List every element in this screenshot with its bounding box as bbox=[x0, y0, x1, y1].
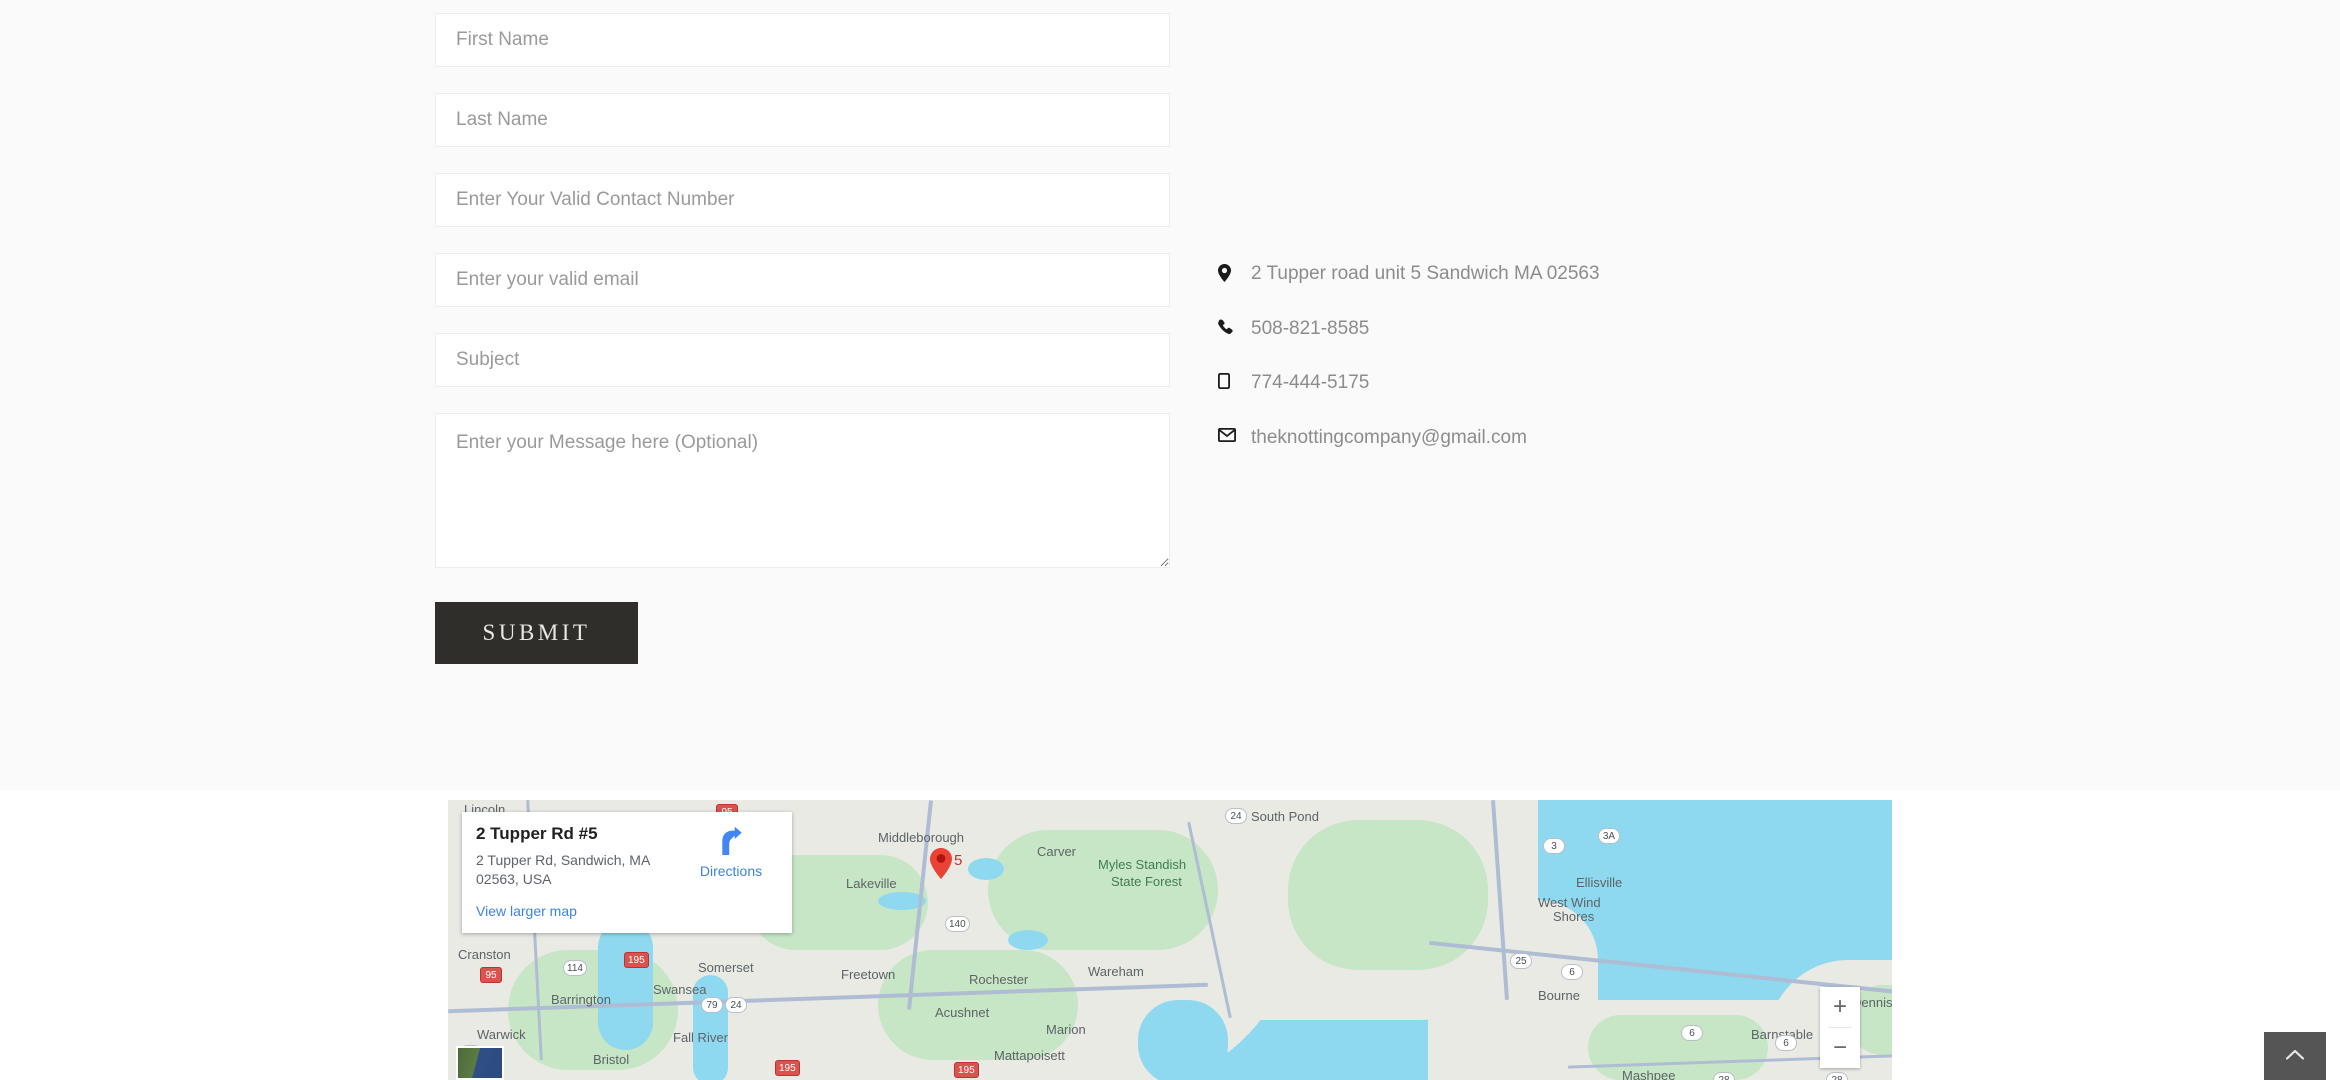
map-route-shield: 28 bbox=[1826, 1072, 1848, 1080]
map-place-label: Mashpee bbox=[1622, 1068, 1676, 1080]
email-input[interactable] bbox=[435, 253, 1170, 307]
map-marker-number: 5 bbox=[954, 852, 963, 869]
zoom-out-button[interactable]: − bbox=[1820, 1028, 1860, 1068]
subject-input[interactable] bbox=[435, 333, 1170, 387]
last-name-input[interactable] bbox=[435, 93, 1170, 147]
map-place-label: Acushnet bbox=[935, 1005, 990, 1020]
map-place-label: Shores bbox=[1553, 909, 1595, 924]
first-name-input[interactable] bbox=[435, 13, 1170, 67]
map-route-shield: 3 bbox=[1543, 838, 1565, 854]
map-lake-1 bbox=[968, 858, 1004, 880]
map-route-shield: 6 bbox=[1681, 1025, 1703, 1041]
message-textarea[interactable] bbox=[435, 413, 1170, 568]
map-place-label: Bourne bbox=[1538, 988, 1580, 1003]
map-place-label: Barrington bbox=[551, 992, 611, 1007]
map-route-shield: 28 bbox=[1713, 1072, 1735, 1080]
map-place-label: Ellisville bbox=[1576, 875, 1623, 890]
map-route-shield: 195 bbox=[954, 1062, 979, 1078]
field-row-first-name bbox=[435, 13, 1170, 67]
directions-icon bbox=[716, 826, 746, 860]
contact-number-input[interactable] bbox=[435, 173, 1170, 227]
contact-phone-text: 508-821-8585 bbox=[1251, 317, 1370, 339]
contact-address-text: 2 Tupper road unit 5 Sandwich MA 02563 bbox=[1251, 263, 1600, 284]
directions-button[interactable]: Directions bbox=[688, 826, 774, 879]
map-place-label: Freetown bbox=[841, 967, 896, 982]
map-route-shield: 114 bbox=[563, 960, 587, 976]
contact-details-list: 2 Tupper road unit 5 Sandwich MA 02563 5… bbox=[1218, 262, 1838, 451]
map-place-label: Myles Standish bbox=[1098, 857, 1187, 872]
contact-item-address: 2 Tupper road unit 5 Sandwich MA 02563 bbox=[1218, 262, 1838, 287]
map-route-shield: 195 bbox=[775, 1060, 800, 1076]
map-route-shield: 79 bbox=[701, 997, 723, 1013]
envelope-icon bbox=[1218, 426, 1248, 443]
map-route-shield: 195 bbox=[624, 952, 649, 968]
phone-icon bbox=[1218, 317, 1248, 335]
map-route-shield: 95 bbox=[480, 967, 502, 983]
map-route-shield: 6 bbox=[1561, 964, 1583, 980]
map-bay-narragansett bbox=[598, 920, 653, 1050]
map-bay-buzzards bbox=[1138, 1000, 1228, 1080]
field-row-last-name bbox=[435, 93, 1170, 147]
map-route-shield: 25 bbox=[1510, 953, 1532, 969]
satellite-view-thumbnail[interactable] bbox=[456, 1046, 504, 1080]
contact-mobile-text: 774-444-5175 bbox=[1251, 372, 1370, 394]
map-place-label: Cranston bbox=[458, 947, 511, 962]
contact-form: SUBMIT bbox=[435, 0, 1170, 664]
map-place-label: Lakeville bbox=[846, 876, 897, 891]
map-place-label: Bristol bbox=[593, 1052, 630, 1067]
contact-item-phone: 508-821-8585 bbox=[1218, 317, 1838, 342]
field-row-contact-number bbox=[435, 173, 1170, 227]
map-info-address: 2 Tupper Rd, Sandwich, MA 02563, USA bbox=[476, 852, 650, 887]
map-lake-3 bbox=[1008, 930, 1048, 950]
mobile-icon bbox=[1218, 371, 1248, 390]
contact-section: SUBMIT 2 Tupper road unit 5 Sandwich MA … bbox=[0, 0, 2340, 790]
map-place-label: Fall River bbox=[673, 1030, 728, 1045]
map-green-barnstable bbox=[1588, 1015, 1768, 1080]
map-zoom-controls[interactable]: + − bbox=[1820, 987, 1860, 1068]
map-section: Lincoln Middleborough Carver South Pond Myle… bbox=[0, 790, 2340, 1080]
map-pin-icon bbox=[1218, 262, 1248, 282]
field-row-subject bbox=[435, 333, 1170, 387]
map-place-label: South Pond bbox=[1251, 809, 1319, 824]
field-row-email bbox=[435, 253, 1170, 307]
submit-button[interactable]: SUBMIT bbox=[435, 602, 638, 664]
map-place-label: Wareham bbox=[1088, 964, 1144, 979]
map-place-label: Mattapoisett bbox=[994, 1048, 1065, 1063]
zoom-in-button[interactable]: + bbox=[1820, 987, 1860, 1027]
map-embed[interactable]: Lincoln Middleborough Carver South Pond Myle… bbox=[448, 800, 1892, 1080]
field-row-message bbox=[435, 413, 1170, 568]
directions-label: Directions bbox=[699, 863, 763, 879]
map-route-shield: 140 bbox=[945, 916, 970, 932]
scroll-to-top-button[interactable] bbox=[2264, 1032, 2326, 1080]
map-marker-pin[interactable] bbox=[930, 848, 952, 879]
view-larger-map-link[interactable]: View larger map bbox=[476, 903, 778, 919]
map-place-label: Middleborough bbox=[878, 830, 965, 845]
map-place-label: Swansea bbox=[653, 982, 707, 997]
map-route-shield: 24 bbox=[1225, 808, 1247, 824]
contact-email-text: theknottingcompany@gmail.com bbox=[1251, 427, 1527, 449]
map-route-shield: 6 bbox=[1775, 1035, 1797, 1051]
map-info-card[interactable]: 2 Tupper Rd #5 2 Tupper Rd, Sandwich, MA… bbox=[462, 812, 792, 933]
map-place-label: Warwick bbox=[477, 1027, 526, 1042]
map-place-label: Marion bbox=[1046, 1022, 1086, 1037]
map-place-label: Rochester bbox=[969, 972, 1029, 987]
map-route-shield: 3A bbox=[1598, 828, 1620, 844]
contact-item-mobile: 774-444-5175 bbox=[1218, 371, 1838, 396]
map-place-label: Somerset bbox=[698, 960, 754, 975]
map-place-label: Carver bbox=[1037, 844, 1077, 859]
chevron-up-icon bbox=[2285, 1047, 2305, 1065]
contact-item-email: theknottingcompany@gmail.com bbox=[1218, 426, 1838, 451]
map-place-label: State Forest bbox=[1111, 874, 1182, 889]
map-place-label: West Wind bbox=[1538, 895, 1601, 910]
map-route-shield: 24 bbox=[725, 997, 747, 1013]
